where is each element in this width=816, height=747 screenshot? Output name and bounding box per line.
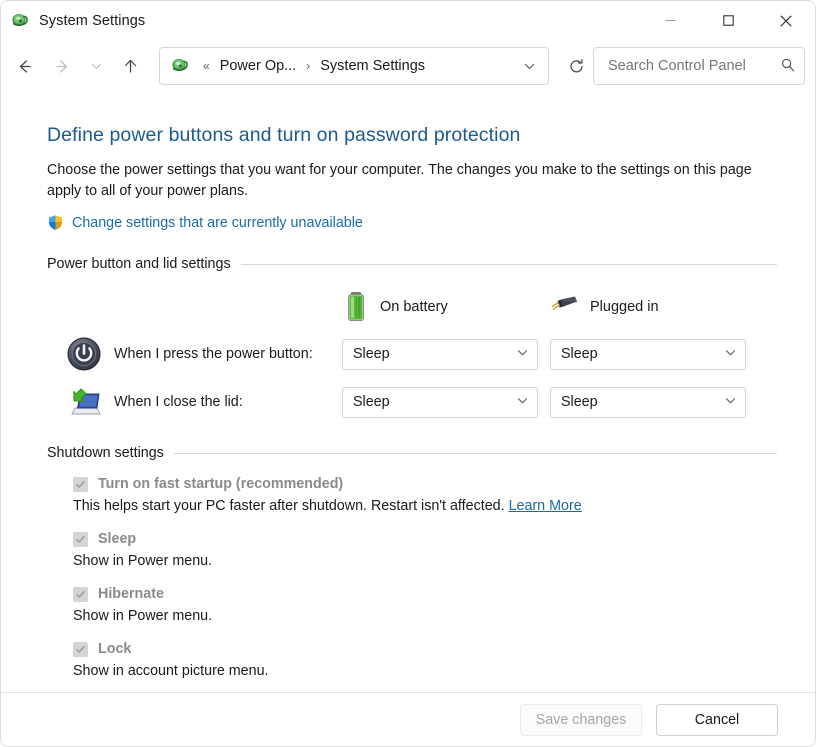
up-arrow-icon[interactable] <box>111 49 149 83</box>
sleep-texts: Sleep Show in Power menu. <box>98 530 212 571</box>
breadcrumb-overflow[interactable]: « <box>196 59 217 73</box>
caption-buttons <box>641 1 815 40</box>
breadcrumb-power-options-icon <box>170 56 190 76</box>
hibernate-checkbox <box>73 587 88 602</box>
breadcrumb-separator: › <box>299 59 317 73</box>
power-source-columns: On battery Plugged in <box>47 290 777 324</box>
sleep-checkbox <box>73 532 88 547</box>
chevron-down-icon <box>516 394 529 410</box>
fast-startup-checkbox <box>73 477 88 492</box>
close-lid-on-battery-value: Sleep <box>353 394 516 410</box>
column-on-battery: On battery <box>342 290 550 324</box>
hibernate-label: Hibernate <box>98 585 212 603</box>
column-plugged-in: Plugged in <box>550 290 758 324</box>
title-bar: System Settings <box>1 1 815 40</box>
navigation-bar: « Power Op... › System Settings <box>1 40 815 92</box>
on-battery-label: On battery <box>380 299 448 315</box>
section-divider <box>174 453 777 454</box>
checkbox-row-hibernate[interactable]: Hibernate Show in Power menu. <box>47 585 777 626</box>
setting-row-power-button: When I press the power button: Sleep Sle… <box>47 336 777 372</box>
change-settings-link[interactable]: Change settings that are currently unava… <box>72 215 363 231</box>
section-divider <box>241 264 777 265</box>
search-icon[interactable] <box>780 57 796 76</box>
uac-shield-icon <box>47 214 64 231</box>
close-lid-row-label: When I close the lid: <box>114 394 342 410</box>
power-plug-icon <box>550 294 580 320</box>
forward-arrow-icon <box>43 49 81 83</box>
power-settings-section-label: Power button and lid settings <box>47 256 231 272</box>
content-area: Define power buttons and turn on passwor… <box>1 92 815 693</box>
address-bar[interactable]: « Power Op... › System Settings <box>159 47 549 85</box>
fast-startup-description-text: This helps start your PC faster after sh… <box>73 498 505 514</box>
close-icon[interactable] <box>757 1 815 40</box>
page-title: Define power buttons and turn on passwor… <box>47 122 777 148</box>
power-settings-section-header: Power button and lid settings <box>47 256 777 272</box>
plugged-in-label: Plugged in <box>590 299 659 315</box>
sleep-label: Sleep <box>98 530 212 548</box>
power-button-icon <box>66 336 102 372</box>
fast-startup-label: Turn on fast startup (recommended) <box>98 475 582 493</box>
search-box[interactable] <box>593 47 805 85</box>
lock-texts: Lock Show in account picture menu. <box>98 640 269 681</box>
minimize-icon[interactable] <box>641 1 699 40</box>
shutdown-settings-section-header: Shutdown settings <box>47 445 777 461</box>
power-button-on-battery-dropdown[interactable]: Sleep <box>342 339 538 370</box>
shutdown-settings-section-label: Shutdown settings <box>47 445 164 461</box>
close-lid-on-battery-dropdown[interactable]: Sleep <box>342 387 538 418</box>
fast-startup-description: This helps start your PC faster after sh… <box>73 496 582 516</box>
chevron-down-icon <box>724 346 737 362</box>
lock-description: Show in account picture menu. <box>73 661 269 681</box>
checkbox-row-fast-startup[interactable]: Turn on fast startup (recommended) This … <box>47 475 777 516</box>
learn-more-link[interactable]: Learn More <box>509 498 582 514</box>
hibernate-texts: Hibernate Show in Power menu. <box>98 585 212 626</box>
footer-actions: Save changes Cancel <box>1 693 815 746</box>
back-arrow-icon[interactable] <box>5 49 43 83</box>
checkbox-row-lock[interactable]: Lock Show in account picture menu. <box>47 640 777 681</box>
close-lid-plugged-in-value: Sleep <box>561 394 724 410</box>
hibernate-description: Show in Power menu. <box>73 606 212 626</box>
chevron-down-icon <box>516 346 529 362</box>
laptop-lid-icon <box>66 384 102 420</box>
breadcrumb-item-system-settings[interactable]: System Settings <box>317 56 428 76</box>
refresh-icon[interactable] <box>559 49 593 83</box>
battery-icon <box>342 290 370 324</box>
chevron-down-icon <box>724 394 737 410</box>
title-bar-left: System Settings <box>1 11 145 31</box>
lock-label: Lock <box>98 640 269 658</box>
page-description: Choose the power settings that you want … <box>47 160 759 202</box>
power-button-plugged-in-value: Sleep <box>561 346 724 362</box>
save-changes-button: Save changes <box>520 704 642 736</box>
cancel-button[interactable]: Cancel <box>656 704 778 736</box>
system-settings-window: System Settings <box>0 0 816 747</box>
breadcrumb-item-power-options[interactable]: Power Op... <box>217 56 300 76</box>
close-lid-plugged-in-dropdown[interactable]: Sleep <box>550 387 746 418</box>
power-button-row-label: When I press the power button: <box>114 346 342 362</box>
sleep-description: Show in Power menu. <box>73 551 212 571</box>
setting-row-close-lid: When I close the lid: Sleep Sleep <box>47 384 777 420</box>
lock-checkbox <box>73 642 88 657</box>
search-input[interactable] <box>606 57 780 75</box>
address-dropdown-chevron-down-icon[interactable] <box>514 50 544 82</box>
window-title: System Settings <box>39 13 145 29</box>
power-options-icon <box>10 11 30 31</box>
recent-locations-chevron-down-icon <box>81 49 111 83</box>
change-settings-link-row[interactable]: Change settings that are currently unava… <box>47 214 777 231</box>
fast-startup-texts: Turn on fast startup (recommended) This … <box>98 475 582 516</box>
power-button-on-battery-value: Sleep <box>353 346 516 362</box>
checkbox-row-sleep[interactable]: Sleep Show in Power menu. <box>47 530 777 571</box>
maximize-icon[interactable] <box>699 1 757 40</box>
power-button-plugged-in-dropdown[interactable]: Sleep <box>550 339 746 370</box>
